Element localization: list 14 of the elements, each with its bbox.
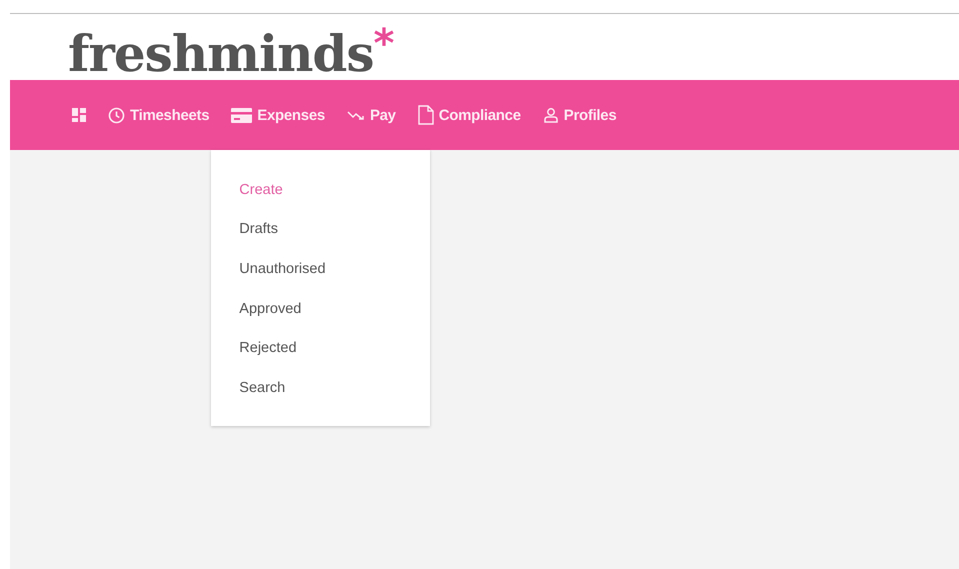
menu-item[interactable]: Drafts (211, 210, 430, 250)
person-icon (542, 107, 559, 123)
menu-item[interactable]: Search (211, 368, 430, 408)
menu-item[interactable]: Unauthorised (211, 249, 430, 289)
document-icon (418, 105, 434, 125)
nav-item[interactable]: Profiles (542, 80, 616, 150)
menu-item[interactable]: Approved (211, 288, 430, 328)
clock-icon (108, 106, 125, 124)
trend-icon (346, 110, 365, 120)
card-icon (231, 108, 252, 122)
nav-item[interactable]: Compliance (418, 80, 521, 150)
menu-item[interactable]: Rejected (211, 328, 430, 368)
dashboard-icon (72, 108, 86, 122)
menu-item[interactable]: Create (211, 170, 430, 210)
